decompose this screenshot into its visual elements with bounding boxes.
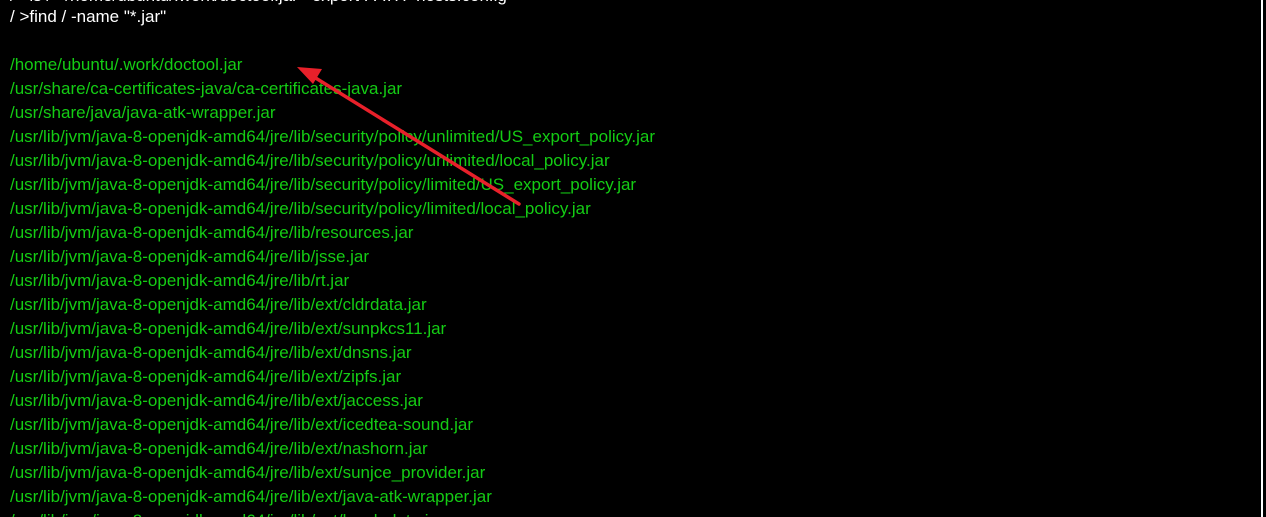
output-line: /usr/lib/jvm/java-8-openjdk-amd64/jre/li… [10, 223, 414, 242]
output-line: /usr/lib/jvm/java-8-openjdk-amd64/jre/li… [10, 509, 444, 517]
output-line: /usr/share/ca-certificates-java/ca-certi… [10, 79, 403, 98]
output-line: /usr/share/java/java-atk-wrapper.jar [10, 103, 276, 122]
output-line: /usr/lib/jvm/java-8-openjdk-amd64/jre/li… [10, 463, 486, 482]
output-line: /usr/lib/jvm/java-8-openjdk-amd64/jre/li… [10, 199, 591, 218]
output-line: /usr/lib/jvm/java-8-openjdk-amd64/jre/li… [10, 271, 350, 290]
output-line: /usr/lib/jvm/java-8-openjdk-amd64/jre/li… [10, 247, 370, 266]
output-line: /usr/lib/jvm/java-8-openjdk-amd64/jre/li… [10, 295, 427, 314]
output-line: /usr/lib/jvm/java-8-openjdk-amd64/jre/li… [10, 439, 428, 458]
output-line: /usr/lib/jvm/java-8-openjdk-amd64/jre/li… [10, 391, 423, 410]
output-line: /usr/lib/jvm/java-8-openjdk-amd64/jre/li… [10, 175, 637, 194]
output-line: /usr/lib/jvm/java-8-openjdk-amd64/jre/li… [10, 343, 412, 362]
output-line: /usr/lib/jvm/java-8-openjdk-amd64/jre/li… [10, 415, 473, 434]
output-line: /home/ubuntu/.work/doctool.jar [10, 55, 243, 74]
terminal-window[interactable]: / >ls / /home/ubuntu/.work/doctool.jar e… [0, 0, 1266, 517]
window-border [1261, 0, 1263, 517]
output-line: /usr/lib/jvm/java-8-openjdk-amd64/jre/li… [10, 487, 492, 506]
command-line: / >find / -name "*.jar" [10, 7, 167, 26]
output-line: /usr/lib/jvm/java-8-openjdk-amd64/jre/li… [10, 127, 656, 146]
output-line: /usr/lib/jvm/java-8-openjdk-amd64/jre/li… [10, 151, 610, 170]
output-line: /usr/lib/jvm/java-8-openjdk-amd64/jre/li… [10, 319, 447, 338]
output-line: /usr/lib/jvm/java-8-openjdk-amd64/jre/li… [10, 367, 402, 386]
